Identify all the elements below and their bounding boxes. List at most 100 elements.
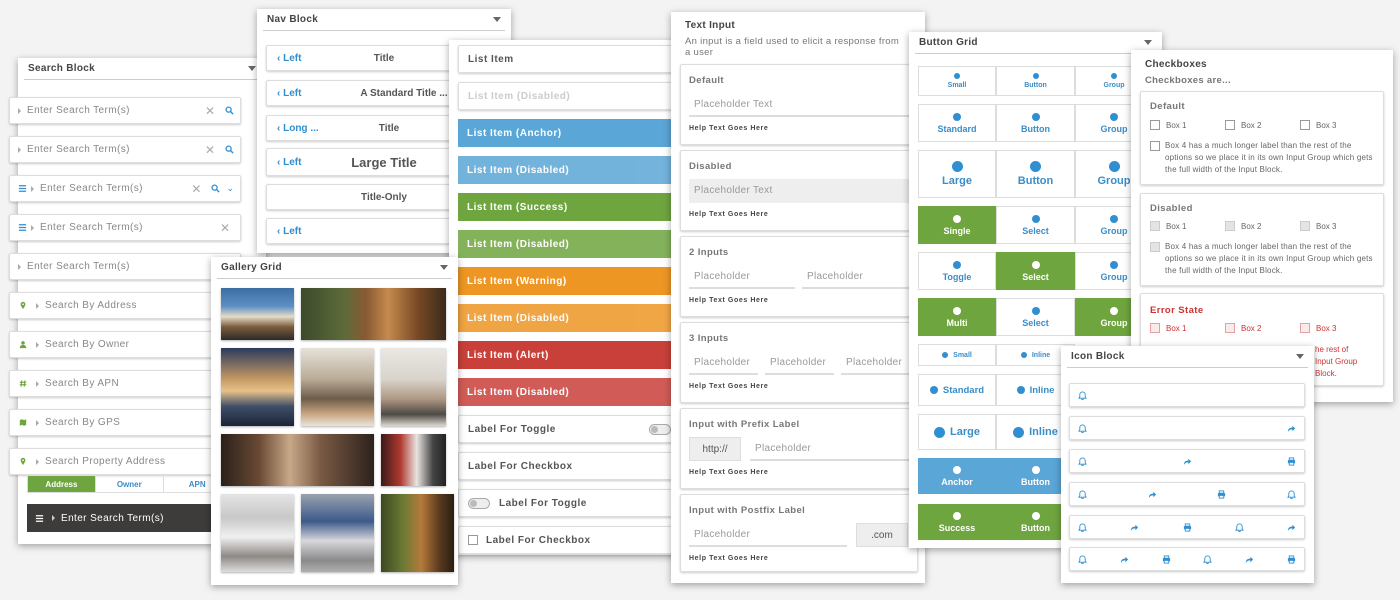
- search-input[interactable]: Enter Search Term(s): [27, 261, 240, 272]
- list-item-warning[interactable]: List Item (Warning): [458, 267, 678, 295]
- checkbox[interactable]: [1225, 323, 1235, 333]
- gallery-image[interactable]: [301, 348, 374, 426]
- menu-icon[interactable]: [35, 514, 44, 523]
- bell-icon[interactable]: [1078, 523, 1087, 532]
- nav-left-label[interactable]: Left: [283, 53, 301, 64]
- checkbox[interactable]: [1150, 120, 1160, 130]
- clear-icon[interactable]: ✕: [205, 104, 215, 118]
- nav-back-link[interactable]: ‹ Left: [277, 226, 321, 237]
- gallery-image[interactable]: [221, 494, 294, 572]
- search-row[interactable]: Search By Address: [9, 292, 241, 319]
- button-grid-header[interactable]: Button Grid: [915, 32, 1156, 54]
- print-icon[interactable]: [1183, 523, 1192, 532]
- gallery-image[interactable]: [381, 494, 454, 572]
- inline-button[interactable]: Large: [918, 414, 996, 450]
- list-item-alert[interactable]: List Item (Alert): [458, 341, 678, 369]
- checkbox[interactable]: [1150, 141, 1160, 151]
- chevron-down-icon[interactable]: [493, 17, 501, 22]
- chevron-down-icon[interactable]: ⌄: [226, 183, 234, 194]
- checkbox-item-error[interactable]: Box 3: [1300, 323, 1336, 333]
- clear-icon[interactable]: ✕: [191, 182, 201, 196]
- bell-icon[interactable]: [1235, 523, 1244, 532]
- list-item[interactable]: List Item: [458, 45, 678, 73]
- gallery-image[interactable]: [381, 434, 446, 486]
- search-icon[interactable]: [225, 145, 234, 154]
- gallery-image[interactable]: [221, 434, 374, 486]
- nav-left-label[interactable]: Left: [283, 88, 301, 99]
- list-item-success[interactable]: List Item (Success): [458, 193, 678, 221]
- chevron-down-icon[interactable]: [440, 265, 448, 270]
- grid-button-selected[interactable]: Multi: [918, 298, 996, 336]
- share-icon[interactable]: [1245, 555, 1254, 564]
- grid-button[interactable]: Small: [918, 66, 996, 96]
- bell-icon[interactable]: [1078, 391, 1087, 400]
- search-row[interactable]: Enter Search Term(s) ✕: [9, 136, 241, 163]
- print-icon[interactable]: [1287, 457, 1296, 466]
- text-field[interactable]: Placeholder: [689, 523, 847, 547]
- share-icon[interactable]: [1287, 523, 1296, 532]
- checkbox-item[interactable]: Box 3: [1300, 120, 1336, 130]
- checkbox[interactable]: [1225, 120, 1235, 130]
- gallery-image[interactable]: [221, 288, 294, 340]
- nav-back-link[interactable]: ‹ Left: [277, 88, 321, 99]
- grid-button[interactable]: Select: [996, 298, 1075, 336]
- chevron-down-icon[interactable]: [1296, 354, 1304, 359]
- inline-button[interactable]: Standard: [918, 374, 996, 406]
- gallery-image[interactable]: [301, 494, 374, 572]
- icon-block-header[interactable]: Icon Block: [1067, 346, 1308, 368]
- nav-back-link[interactable]: ‹ Left: [277, 53, 321, 64]
- search-input[interactable]: Enter Search Term(s): [40, 222, 220, 233]
- share-icon[interactable]: [1130, 523, 1139, 532]
- search-icon[interactable]: [211, 184, 220, 193]
- search-row[interactable]: Search By Owner: [9, 331, 241, 358]
- bell-icon[interactable]: [1078, 555, 1087, 564]
- bell-icon[interactable]: [1287, 490, 1296, 499]
- print-icon[interactable]: [1217, 490, 1226, 499]
- segment-owner[interactable]: Owner: [96, 476, 164, 492]
- nav-left-label[interactable]: Left: [283, 226, 301, 237]
- grid-button[interactable]: Button: [996, 66, 1075, 96]
- text-field[interactable]: Placeholder Text: [689, 93, 909, 117]
- search-icon[interactable]: [225, 106, 234, 115]
- text-field[interactable]: Placeholder: [841, 351, 909, 375]
- search-row[interactable]: Enter Search Term(s) ✕: [9, 214, 241, 241]
- search-row[interactable]: Search By APN: [9, 370, 241, 397]
- clear-icon[interactable]: ✕: [220, 221, 230, 235]
- text-field[interactable]: Placeholder: [802, 265, 909, 289]
- dark-search-text[interactable]: Enter Search Term(s): [61, 513, 164, 524]
- grid-button[interactable]: Button: [996, 104, 1075, 142]
- chevron-down-icon[interactable]: [1144, 40, 1152, 45]
- checkbox-item-error[interactable]: Box 2: [1225, 323, 1261, 333]
- share-icon[interactable]: [1120, 555, 1129, 564]
- checkbox-item[interactable]: [1150, 141, 1166, 151]
- nav-back-link[interactable]: ‹ Left: [277, 157, 321, 168]
- list-item-checkbox[interactable]: Label For Checkbox: [458, 452, 678, 480]
- search-input[interactable]: Enter Search Term(s): [27, 144, 205, 155]
- text-field[interactable]: Placeholder: [689, 265, 795, 289]
- bell-icon[interactable]: [1078, 490, 1087, 499]
- text-field[interactable]: Placeholder: [765, 351, 834, 375]
- gallery-grid-header[interactable]: Gallery Grid: [217, 257, 452, 279]
- gallery-image[interactable]: [301, 288, 446, 340]
- list-item-toggle[interactable]: Label For Toggle: [458, 489, 678, 517]
- anchor-button[interactable]: Anchor: [918, 458, 996, 494]
- chevron-down-icon[interactable]: [248, 66, 256, 71]
- gallery-image[interactable]: [381, 348, 446, 426]
- search-block-header[interactable]: Search Block: [24, 58, 260, 80]
- share-icon[interactable]: [1148, 490, 1157, 499]
- checkbox-item[interactable]: Box 1: [1150, 120, 1186, 130]
- grid-button[interactable]: Button: [996, 150, 1075, 198]
- bell-icon[interactable]: [1203, 555, 1212, 564]
- share-icon[interactable]: [1183, 457, 1192, 466]
- list-item-toggle[interactable]: Label For Toggle: [458, 415, 678, 443]
- search-input[interactable]: Enter Search Term(s): [40, 183, 191, 194]
- checkbox-item-error[interactable]: Box 1: [1150, 323, 1186, 333]
- toggle-switch[interactable]: [649, 423, 671, 435]
- search-row[interactable]: Search Property Address: [9, 448, 241, 475]
- bell-icon[interactable]: [1078, 457, 1087, 466]
- grid-button[interactable]: Toggle: [918, 252, 996, 290]
- segment-address[interactable]: Address: [28, 476, 96, 492]
- print-icon[interactable]: [1287, 555, 1296, 564]
- grid-button-selected[interactable]: Single: [918, 206, 996, 244]
- text-field[interactable]: Placeholder: [689, 351, 758, 375]
